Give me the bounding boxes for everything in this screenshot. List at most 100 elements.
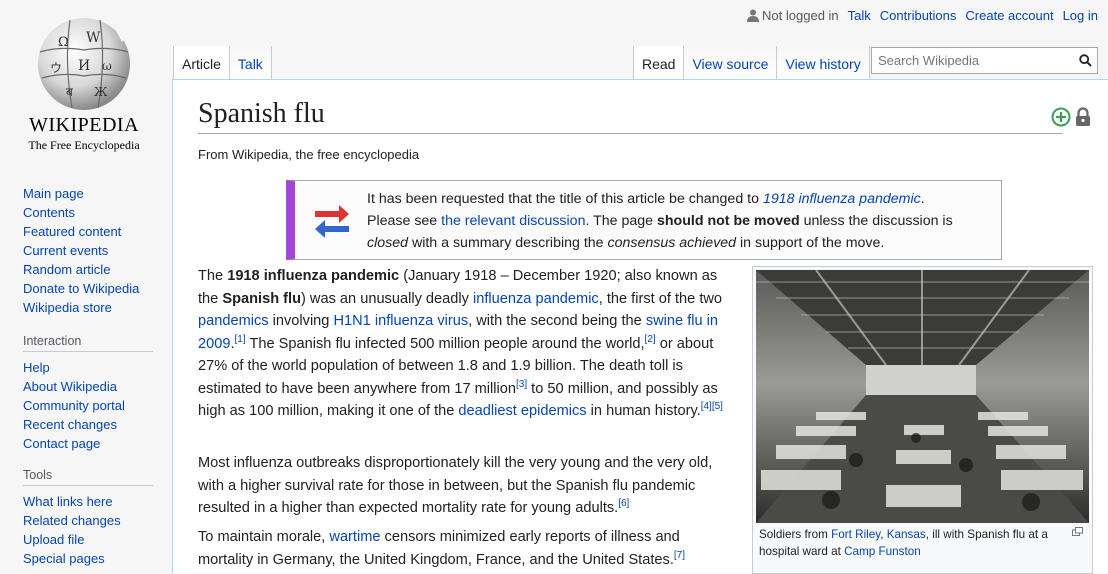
link-deadliest-epidemics[interactable]: deadliest epidemics: [458, 403, 586, 419]
notice-text-6: with a summary describing the: [408, 235, 608, 251]
discussion-link[interactable]: the relevant discussion: [441, 213, 585, 229]
lock-icon[interactable]: [1074, 107, 1092, 127]
sidebar-item-random-article[interactable]: Random article: [23, 262, 110, 277]
notice-bold: should not be moved: [657, 213, 800, 229]
site-subtitle: From Wikipedia, the free encyclopedia: [198, 147, 420, 162]
sidebar-item-special-pages[interactable]: Special pages: [23, 551, 105, 566]
tab-talk[interactable]: Talk: [229, 46, 272, 80]
link-h1n1[interactable]: H1N1 influenza virus: [333, 313, 468, 329]
reference-4[interactable]: [4]: [701, 401, 712, 412]
view-tabs: Read View source View history: [633, 46, 870, 80]
not-logged-in: Not logged in: [747, 8, 839, 23]
p1-text: ) was an unusually deadly: [301, 290, 473, 307]
tab-read-label: Read: [642, 56, 676, 72]
link-camp-funston[interactable]: Camp Funston: [844, 545, 921, 558]
tab-view-source[interactable]: View source: [684, 46, 778, 80]
lead-paragraph-1: The 1918 influenza pandemic (January 191…: [198, 268, 723, 419]
reference-3[interactable]: [3]: [516, 379, 527, 390]
link-wartime[interactable]: wartime: [329, 529, 380, 545]
notice-text-3: Please see: [367, 213, 442, 229]
logo-tagline: The Free Encyclopedia: [28, 138, 140, 152]
proposed-title-link[interactable]: 1918 influenza pandemic: [763, 191, 921, 207]
sidebar-item-upload-file[interactable]: Upload file: [23, 532, 84, 547]
reference-6[interactable]: [6]: [618, 498, 629, 509]
p1-bold-title: 1918 influenza pandemic: [227, 268, 400, 284]
wikipedia-logo[interactable]: Ω W И ウ ω ब Ж Wikipedia The Free Encyclo…: [0, 0, 173, 160]
sidebar-item-store[interactable]: Wikipedia store: [23, 300, 112, 315]
sidebar-item-featured-content[interactable]: Featured content: [23, 224, 121, 239]
reference-2[interactable]: [2]: [645, 334, 656, 345]
sidebar-item-main-page[interactable]: Main page: [23, 186, 84, 201]
search-icon: [1078, 54, 1092, 67]
user-icon: [747, 9, 760, 22]
notice-text-5: unless the discussion is: [799, 213, 953, 229]
sidebar: Main page Contents Featured content Curr…: [0, 176, 173, 568]
move-request-notice: It has been requested that the title of …: [286, 180, 1002, 260]
tab-article[interactable]: Article: [173, 46, 230, 80]
link-pandemics[interactable]: pandemics: [198, 313, 269, 329]
sidebar-interaction: Interaction Help About Wikipedia Communi…: [23, 334, 153, 453]
content-area: Spanish flu From Wikipedia, the free enc…: [172, 79, 1108, 574]
puzzle-globe-icon: Ω W И ウ ω ब Ж: [38, 16, 130, 110]
svg-text:Ж: Ж: [94, 85, 108, 99]
sidebar-tools: Tools What links here Related changes Up…: [23, 468, 153, 568]
sidebar-item-related-changes[interactable]: Related changes: [23, 513, 121, 528]
tab-view-history[interactable]: View history: [777, 46, 870, 80]
logo-wordmark: Wikipedia: [28, 114, 140, 136]
personal-talk-link[interactable]: Talk: [848, 8, 871, 23]
move-arrows-icon: [315, 205, 349, 238]
good-article-icon[interactable]: [1051, 107, 1071, 127]
svg-text:Ω: Ω: [58, 35, 69, 50]
notice-text-7: in support of the move.: [736, 235, 885, 251]
link-influenza-pandemic[interactable]: influenza pandemic: [473, 291, 599, 307]
sidebar-item-about[interactable]: About Wikipedia: [23, 379, 117, 394]
svg-text:И: И: [78, 58, 90, 74]
tab-view-history-label: View history: [785, 56, 861, 72]
tab-talk-label: Talk: [237, 56, 263, 72]
search-button[interactable]: [1073, 49, 1097, 73]
tab-article-label: Article: [182, 56, 221, 72]
reference-1[interactable]: [1]: [235, 334, 246, 345]
svg-text:ω: ω: [102, 59, 112, 73]
p1-text: in human history.: [586, 403, 701, 419]
tab-read[interactable]: Read: [633, 46, 685, 80]
svg-text:W: W: [86, 30, 101, 46]
page-indicators: [1051, 107, 1092, 127]
create-account-link[interactable]: Create account: [965, 8, 1053, 23]
sidebar-item-help[interactable]: Help: [23, 360, 50, 375]
sidebar-item-contents[interactable]: Contents: [23, 205, 75, 220]
link-fort-riley[interactable]: Fort Riley: [831, 528, 880, 541]
sidebar-item-community-portal[interactable]: Community portal: [23, 398, 125, 413]
p1-bold-alt-title: Spanish flu: [222, 290, 301, 307]
link-kansas[interactable]: Kansas: [887, 528, 926, 541]
p1-text: The Spanish flu infected 500 million peo…: [245, 335, 645, 352]
interaction-heading: Interaction: [23, 334, 153, 352]
p2-text: Most influenza outbreaks disproportionat…: [198, 455, 713, 516]
sidebar-item-recent-changes[interactable]: Recent changes: [23, 417, 117, 432]
notice-text-1: It has been requested that the title of …: [367, 191, 763, 207]
p1-text: The: [198, 268, 228, 284]
not-logged-in-label: Not logged in: [762, 8, 839, 23]
lead-paragraph-3: To maintain morale, wartime censors mini…: [198, 526, 728, 571]
search-input[interactable]: [872, 53, 1073, 68]
tools-heading: Tools: [23, 468, 153, 486]
enlarge-icon[interactable]: [1072, 527, 1083, 536]
reference-5[interactable]: [5]: [712, 401, 723, 412]
reference-7[interactable]: [7]: [674, 550, 685, 561]
p1-text: , the first of the two: [598, 290, 723, 307]
namespace-tabs: Article Talk: [173, 46, 272, 80]
personal-contributions-link[interactable]: Contributions: [880, 8, 957, 23]
notice-text-4: . The page: [585, 213, 657, 229]
search-box: [871, 47, 1098, 74]
p1-text: involving: [268, 313, 334, 329]
sidebar-item-what-links-here[interactable]: What links here: [23, 494, 113, 509]
page-title: Spanish flu: [198, 98, 1063, 134]
sidebar-item-current-events[interactable]: Current events: [23, 243, 108, 258]
caption-text: Soldiers from: [759, 528, 832, 541]
sidebar-item-contact-page[interactable]: Contact page: [23, 436, 100, 451]
sidebar-item-donate[interactable]: Donate to Wikipedia: [23, 281, 139, 296]
log-in-link[interactable]: Log in: [1063, 8, 1098, 23]
p1-text: , with the second being the: [468, 313, 646, 329]
hospital-ward-photo[interactable]: [756, 270, 1089, 523]
thumbnail-caption: Soldiers from Fort Riley, Kansas, ill wi…: [759, 526, 1064, 560]
